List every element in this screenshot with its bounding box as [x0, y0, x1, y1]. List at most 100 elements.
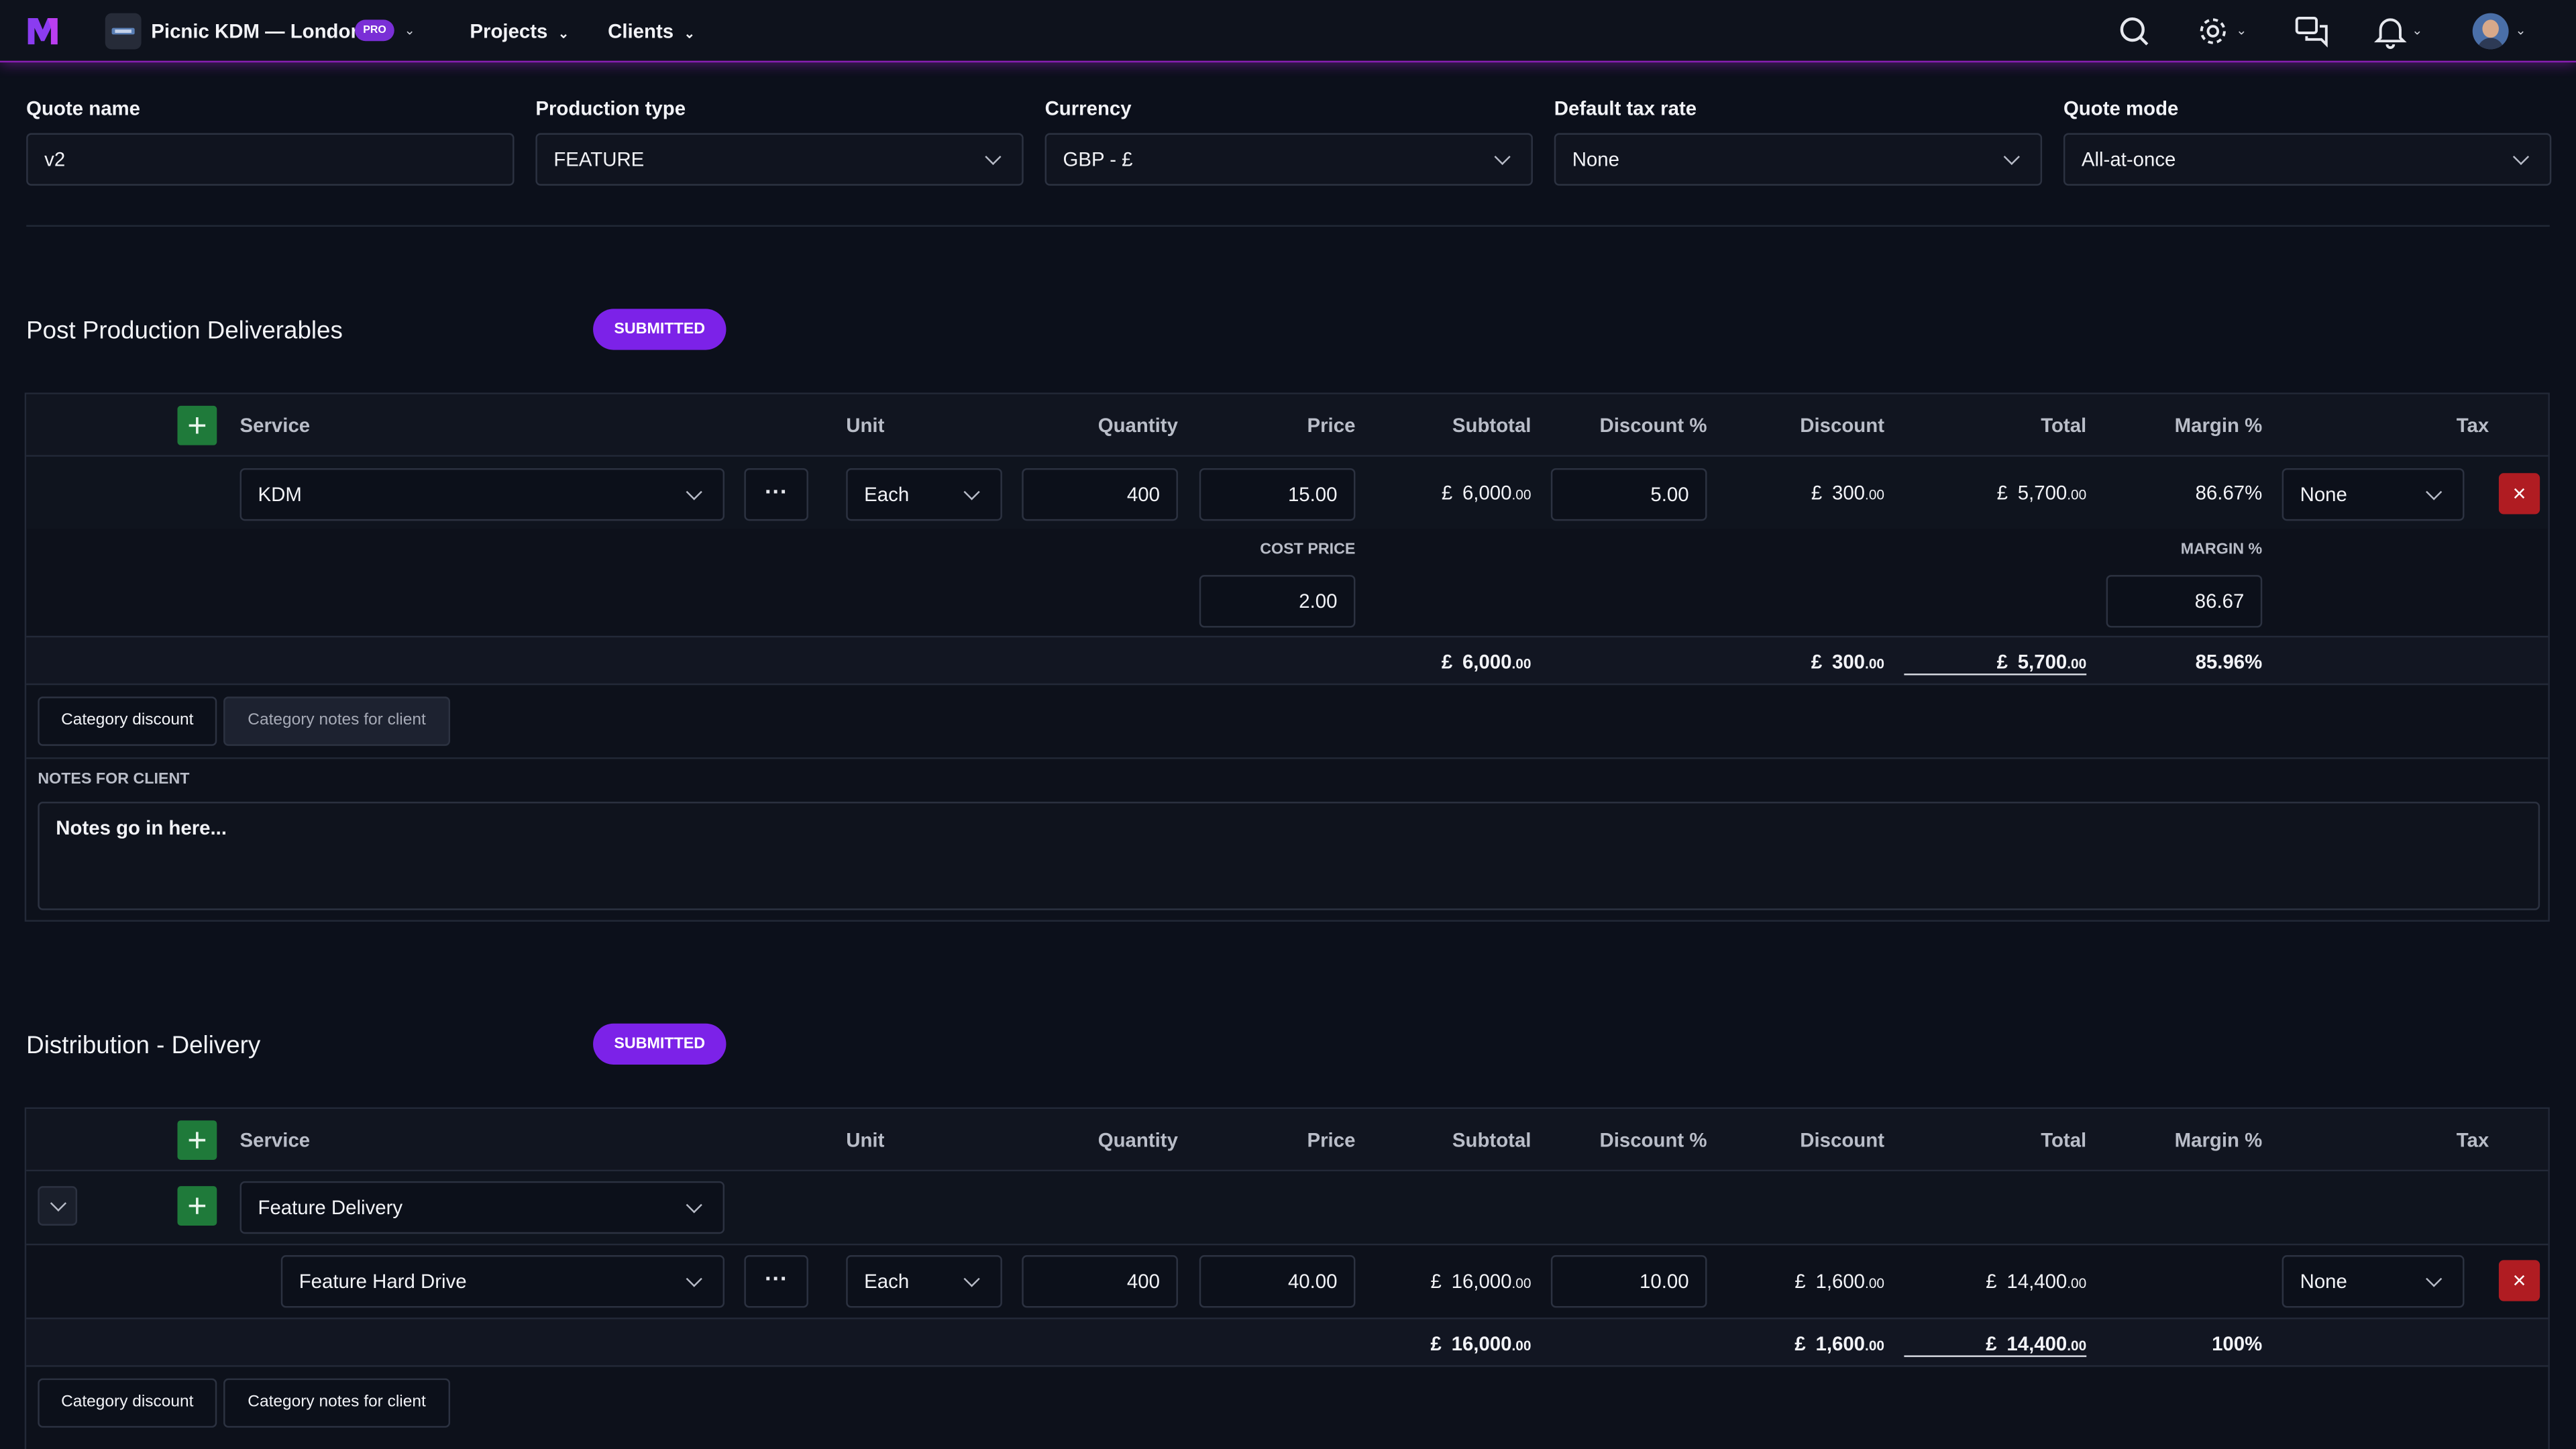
header-margin-pct: Margin %: [2174, 1128, 2263, 1152]
price-input[interactable]: 40.00: [1199, 1255, 1356, 1308]
margin-input[interactable]: 86.67: [2106, 575, 2263, 628]
currency-select[interactable]: GBP - £: [1044, 133, 1533, 186]
subtotal-decimals: .00: [1511, 1275, 1532, 1291]
tax-select[interactable]: None: [2282, 1255, 2465, 1308]
quantity-input[interactable]: 400: [1022, 468, 1178, 521]
tab-category-discount[interactable]: Category discount: [38, 696, 217, 746]
nav-clients[interactable]: Clients ⌄: [608, 19, 695, 42]
app-logo[interactable]: [26, 15, 59, 48]
currency-symbol: £: [1794, 1270, 1806, 1293]
service-select[interactable]: KDM: [239, 468, 725, 521]
avatar[interactable]: [2472, 13, 2509, 50]
tax-select[interactable]: None: [2282, 468, 2465, 521]
chevron-down-icon[interactable]: ⌄: [2412, 23, 2422, 38]
delete-line-button[interactable]: ×: [2498, 473, 2540, 515]
divider: [26, 757, 2548, 759]
workspace-icon[interactable]: [105, 13, 142, 50]
discount-pct-input[interactable]: 10.00: [1550, 1255, 1707, 1308]
tab-category-notes[interactable]: Category notes for client: [223, 696, 451, 746]
header-subtotal: Subtotal: [1452, 1128, 1532, 1152]
total-underline: [1904, 1355, 2087, 1357]
group-service-select[interactable]: Feature Delivery: [239, 1181, 725, 1234]
tab-category-discount[interactable]: Category discount: [38, 1378, 217, 1428]
header-service: Service: [239, 1128, 311, 1152]
quote-name-input[interactable]: v2: [26, 133, 515, 186]
collapse-toggle[interactable]: [38, 1186, 78, 1226]
price-input[interactable]: 15.00: [1199, 468, 1356, 521]
discount-value: £1,600.00: [1719, 1270, 1884, 1293]
add-line-button[interactable]: [177, 405, 217, 445]
chevron-down-icon[interactable]: ⌄: [2236, 23, 2247, 38]
discount-main: 300: [1831, 481, 1866, 504]
bell-icon[interactable]: [2372, 13, 2408, 50]
total-discount-decimals: .00: [1865, 655, 1885, 672]
workspace-name[interactable]: Picnic KDM — London: [151, 19, 362, 42]
nav-projects[interactable]: Projects ⌄: [470, 19, 569, 42]
chevron-down-icon[interactable]: ⌄: [404, 23, 415, 38]
currency-value: GBP - £: [1063, 148, 1133, 171]
header-margin-pct: Margin %: [2174, 414, 2263, 437]
chevron-down-icon: [963, 484, 980, 500]
currency-symbol: £: [1996, 481, 2008, 504]
top-navbar: Picnic KDM — London PRO ⌄ Projects ⌄ Cli…: [0, 0, 2576, 63]
unit-select[interactable]: Each: [846, 1255, 1002, 1308]
total-discount-main: 1,600: [1815, 1332, 1866, 1356]
tab-category-notes[interactable]: Category notes for client: [223, 1378, 451, 1428]
total-subtotal: £16,000.00: [1365, 1332, 1532, 1355]
plus-icon: [189, 1132, 206, 1148]
section-title: Distribution - Delivery: [26, 1031, 261, 1060]
chevron-down-icon: [963, 1271, 980, 1287]
chevron-down-icon: [2426, 1271, 2443, 1287]
close-icon: ×: [2512, 480, 2526, 506]
total-margin: 100%: [2212, 1332, 2263, 1356]
notes-textarea[interactable]: Notes go in here...: [38, 802, 2540, 910]
header-quantity: Quantity: [1097, 414, 1178, 437]
default-tax-rate-select[interactable]: None: [1554, 133, 2043, 186]
total-discount-decimals: .00: [1865, 1337, 1885, 1354]
chevron-down-icon: [985, 148, 1002, 166]
add-line-button[interactable]: [177, 1120, 217, 1160]
chevron-down-icon: [2426, 484, 2443, 500]
discount-pct-input[interactable]: 5.00: [1550, 468, 1707, 521]
chevron-down-icon: [1494, 148, 1511, 166]
add-subline-button[interactable]: [177, 1186, 217, 1226]
total-discount: £1,600.00: [1719, 1332, 1884, 1355]
currency-symbol: £: [1441, 650, 1453, 674]
production-type-label: Production type: [535, 97, 686, 120]
nav-clients-label: Clients: [608, 19, 674, 43]
search-icon[interactable]: [2116, 13, 2152, 50]
chat-icon[interactable]: [2294, 13, 2330, 50]
gear-icon[interactable]: [2195, 13, 2231, 50]
header-unit: Unit: [846, 1128, 885, 1152]
subtotal-value: £16,000.00: [1365, 1270, 1532, 1293]
unit-select[interactable]: Each: [846, 468, 1002, 521]
total-total: £5,700.00: [1921, 651, 2087, 674]
chevron-down-icon: [686, 1197, 702, 1214]
production-type-select[interactable]: FEATURE: [535, 133, 1024, 186]
header-total: Total: [2041, 414, 2087, 437]
total-total-decimals: .00: [2067, 655, 2087, 672]
line-options-button[interactable]: ···: [744, 468, 808, 521]
quantity-input[interactable]: 400: [1022, 1255, 1178, 1308]
total-subtotal: £6,000.00: [1365, 650, 1532, 674]
currency-symbol: £: [1811, 650, 1823, 674]
cost-price-input[interactable]: 2.00: [1199, 575, 1356, 628]
chevron-down-icon[interactable]: ⌄: [2515, 23, 2526, 38]
divider: [26, 225, 2550, 227]
plan-badge: PRO: [354, 19, 394, 42]
plus-icon: [189, 417, 206, 434]
delete-line-button[interactable]: ×: [2498, 1260, 2540, 1301]
quote-editor-app: Picnic KDM — London PRO ⌄ Projects ⌄ Cli…: [0, 0, 2576, 1449]
quote-mode-select[interactable]: All-at-once: [2063, 133, 2552, 186]
currency-label: Currency: [1044, 97, 1132, 120]
line-options-button[interactable]: ···: [744, 1255, 808, 1308]
total-decimals: .00: [2067, 1275, 2087, 1291]
discount-value: £300.00: [1719, 482, 1884, 504]
service-select[interactable]: Feature Hard Drive: [280, 1255, 725, 1308]
header-discount-pct: Discount %: [1599, 414, 1707, 437]
status-badge: SUBMITTED: [593, 309, 727, 350]
header-tax: Tax: [2456, 1128, 2489, 1152]
totals-row: £16,000.00 £1,600.00 £14,400.00 100%: [26, 1318, 2548, 1367]
close-icon: ×: [2512, 1267, 2526, 1293]
total-discount-main: 300: [1831, 650, 1866, 674]
